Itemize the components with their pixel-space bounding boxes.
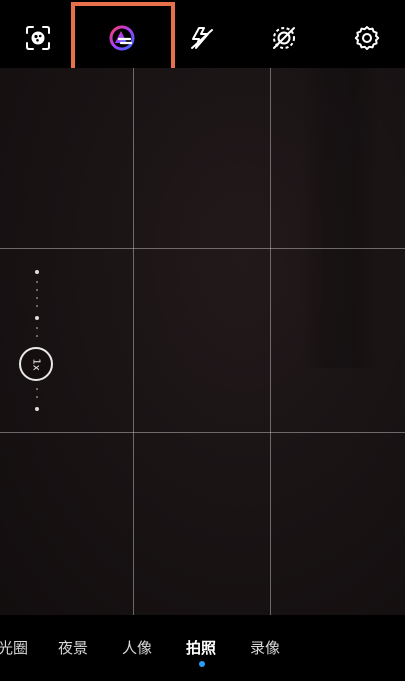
zoom-stop[interactable]	[35, 270, 39, 274]
zoom-tick	[36, 297, 38, 299]
zoom-tick	[36, 327, 38, 329]
zoom-tick	[36, 396, 38, 398]
grid-line-vertical-1	[133, 68, 134, 615]
grid-line-horizontal-1	[0, 248, 405, 249]
mode-selector: 光圈 夜景 人像 拍照 录像	[0, 615, 405, 681]
mode-portrait[interactable]: 人像	[122, 637, 152, 658]
active-mode-indicator	[199, 661, 205, 667]
mode-night[interactable]: 夜景	[58, 637, 88, 658]
flash-off-icon[interactable]	[184, 20, 220, 56]
camera-viewfinder[interactable]	[0, 68, 405, 615]
zoom-stop[interactable]	[35, 316, 39, 320]
live-photo-off-icon[interactable]	[266, 20, 302, 56]
zoom-tick	[36, 289, 38, 291]
zoom-level-button[interactable]: 1x	[19, 347, 53, 381]
zoom-level-label: 1x	[30, 357, 42, 371]
zoom-stop[interactable]	[35, 407, 39, 411]
zoom-tick	[36, 335, 38, 337]
zoom-tick	[36, 388, 38, 390]
zoom-tick	[36, 281, 38, 283]
settings-gear-icon[interactable]	[349, 20, 385, 56]
top-toolbar	[0, 0, 405, 79]
zoom-tick	[36, 305, 38, 307]
grid-line-horizontal-2	[0, 432, 405, 433]
mode-aperture[interactable]: 光圈	[0, 637, 28, 658]
smart-lens-icon[interactable]	[20, 20, 56, 56]
mode-photo[interactable]: 拍照	[186, 637, 216, 658]
grid-line-vertical-2	[270, 68, 271, 615]
mode-video[interactable]: 录像	[250, 637, 280, 658]
